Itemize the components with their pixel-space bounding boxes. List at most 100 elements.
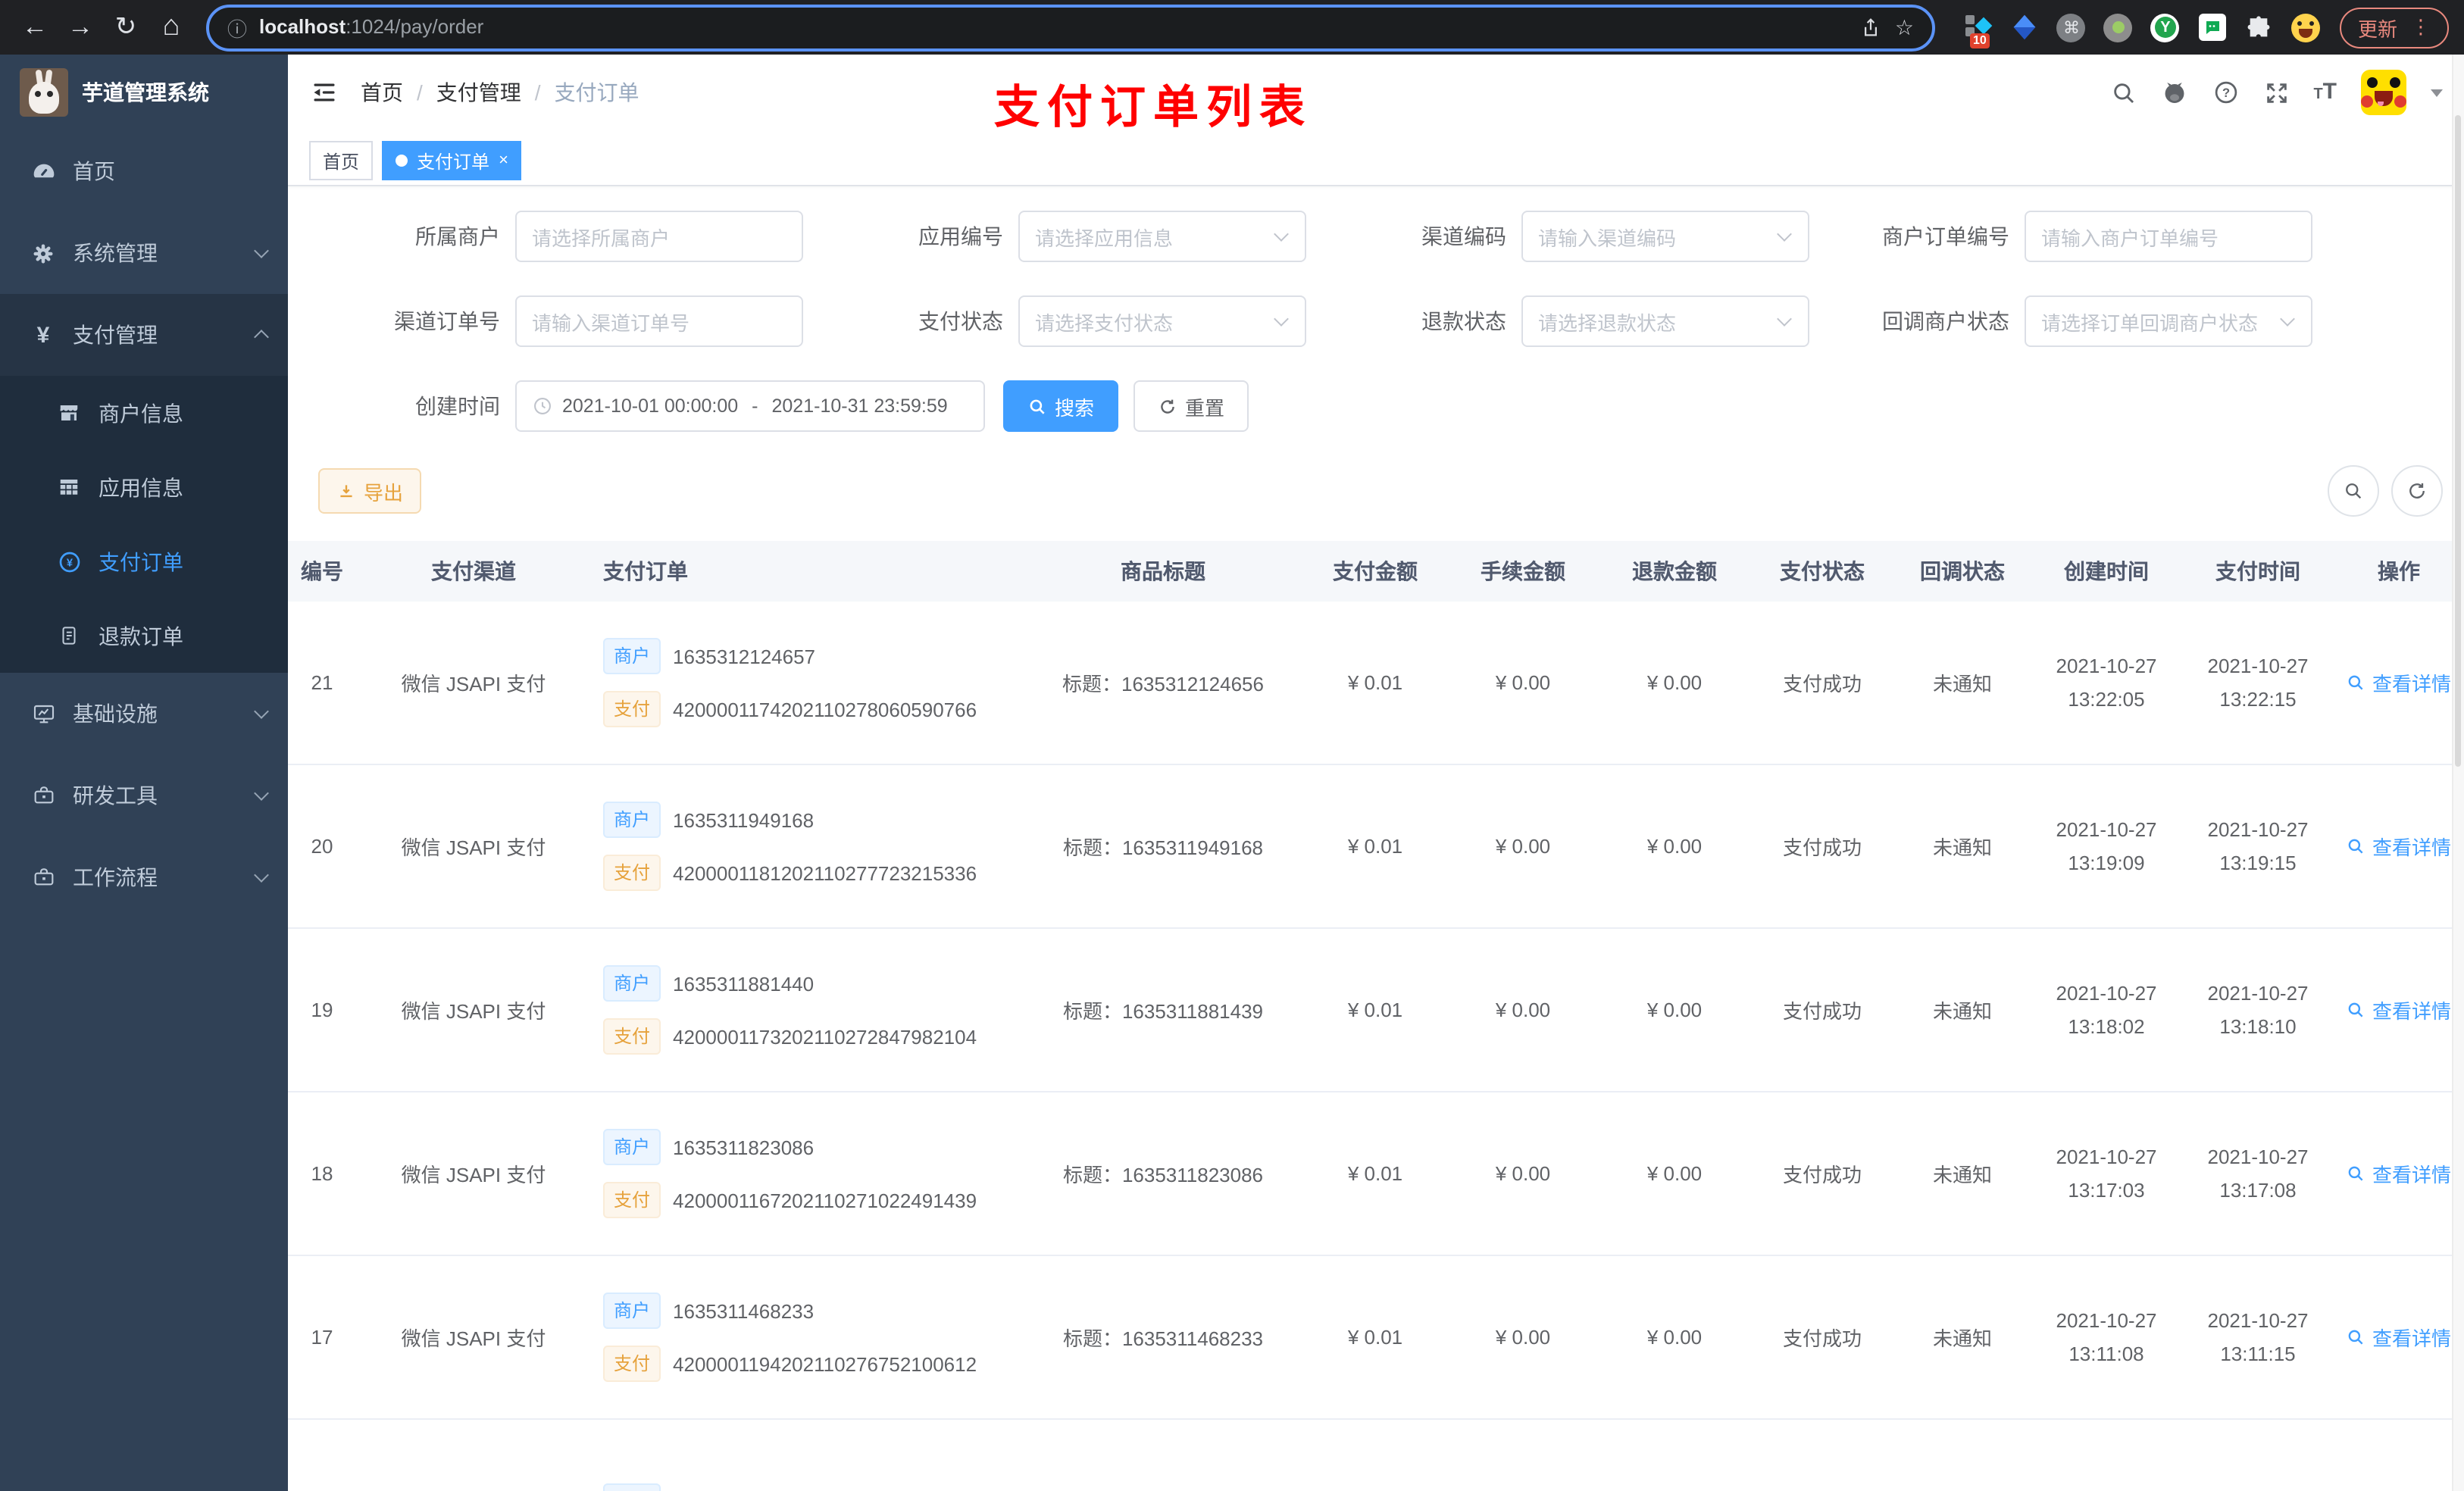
table-toolbar: 导出 [288,465,2464,517]
export-button[interactable]: 导出 [318,468,422,514]
avatar-caret-icon[interactable] [2431,89,2443,96]
notify-status-select[interactable]: 请选择订单回调商户状态 [2025,295,2312,347]
view-detail-link[interactable]: 查看详情 [2347,1159,2451,1188]
briefcase-icon [30,783,56,808]
search-icon [2349,1166,2364,1181]
pay-channel-cell: 微信 JSAPI 支付 [401,673,546,695]
filter-label: 所属商户 [415,224,500,248]
browser-toolbar: ← → ↻ ⌂ ⓘ localhost:1024/pay/order ☆ 10 … [0,0,2464,55]
sidebar-item-app-info[interactable]: 应用信息 [0,450,288,524]
refresh-table-button[interactable] [2391,465,2443,517]
sidebar-item-infra[interactable]: 基础设施 [0,673,288,755]
top-navbar: 首页 / 支付管理 / 支付订单 ? TT [288,55,2464,130]
sidebar-item-workflow[interactable]: 工作流程 [0,836,288,918]
home-icon[interactable]: ⌂ [152,8,191,47]
y-extension-icon[interactable]: Y [2150,12,2181,42]
pay-time-cell: 2021-10-27 13:19:15 [2182,818,2334,874]
merchant-select[interactable]: 请选择所属商户 [515,211,803,262]
github-icon[interactable] [2160,79,2187,106]
refund-amount-cell: ¥ 0.00 [1646,999,1703,1021]
sidebar-item-home[interactable]: 首页 [0,130,288,212]
time-line: 13:17:03 [2068,1179,2145,1202]
create-time-cell: 2021-10-27 13:19:09 [2031,818,2182,874]
view-detail-link[interactable]: 查看详情 [2347,1323,2451,1352]
forward-icon[interactable]: → [61,8,100,47]
sidebar-item-merchant-info[interactable]: 商户信息 [0,376,288,450]
column-header: 商品标题 [1121,559,1205,583]
fullscreen-icon[interactable] [2263,80,2289,105]
breadcrumb-home[interactable]: 首页 [361,77,403,108]
pay-channel-cell: 微信 JSAPI 支付 [401,1000,546,1023]
sidebar-item-label: 基础设施 [73,702,158,726]
column-header: 创建时间 [2064,559,2149,583]
app-logo[interactable]: 芋道管理系统 [0,55,288,130]
placeholder-text: 请输入商户订单编号 [2041,227,2219,249]
merchant-order-no: 1635311881440 [673,972,815,995]
merchant-tag: 商户 [603,638,661,674]
merchant-order-line: 商户 1635312124657 [603,638,815,674]
pay-channel-cell: 微信 JSAPI 支付 [401,1164,546,1186]
search-icon[interactable] [2110,80,2136,105]
date-line: 2021-10-27 [2056,1309,2157,1332]
sidebar-item-payment[interactable]: ¥ 支付管理 [0,294,288,376]
app-select[interactable]: 请选择应用信息 [1018,211,1306,262]
chat-extension-icon[interactable] [2197,12,2228,42]
pay-status-cell: 支付成功 [1782,673,1862,695]
pay-status-select[interactable]: 请选择支付状态 [1018,295,1306,347]
view-detail-link[interactable]: 查看详情 [2347,668,2451,697]
navbar-actions: ? TT [2110,70,2443,115]
refund-amount-cell: ¥ 0.00 [1646,1326,1703,1349]
reload-icon[interactable]: ↻ [106,8,145,47]
page-scrollbar[interactable] [2452,55,2464,1491]
site-info-icon[interactable]: ⓘ [227,13,247,42]
column-header: 手续金额 [1481,559,1565,583]
merchant-order-no-input[interactable]: 请输入商户订单编号 [2025,211,2312,262]
bookmark-star-icon[interactable]: ☆ [1895,14,1914,40]
sidebar-item-system[interactable]: 系统管理 [0,212,288,294]
help-icon[interactable]: ? [2212,79,2239,106]
puzzle-extensions-icon[interactable] [2244,12,2275,42]
pay-time-cell: 2021-10-27 13:17:08 [2182,1146,2334,1202]
kite-extension-icon[interactable] [2009,12,2040,42]
collapse-sidebar-icon[interactable] [311,79,338,106]
share-icon[interactable] [1860,16,1883,39]
channel-pay-line: 支付 4200001167202110271022491439 [603,1182,977,1218]
filter-label: 回调商户状态 [1882,309,2009,333]
reset-button[interactable]: 重置 [1134,380,1249,432]
channel-order-no-input[interactable]: 请输入渠道订单号 [515,295,803,347]
avatar[interactable] [2361,70,2406,115]
refund-status-select[interactable]: 请选择退款状态 [1521,295,1809,347]
toggle-search-button[interactable] [2328,465,2379,517]
create-time-range-input[interactable]: 2021-10-01 00:00:00 - 2021-10-31 23:59:5… [515,380,985,432]
sidebar-item-devtools[interactable]: 研发工具 [0,755,288,836]
menu-kebab-icon[interactable]: ⋮ [2411,15,2431,39]
back-icon[interactable]: ← [15,8,55,47]
channel-code-select[interactable]: 请输入渠道编码 [1521,211,1809,262]
filter-form: 所属商户 请选择所属商户 应用编号 请选择应用信息 渠道编码 请输入渠道编码 商… [288,186,2464,432]
channel-pay-no: 4200001174202110278060590766 [673,698,977,720]
sidebar-item-label: 研发工具 [73,783,158,808]
tag-pay-order[interactable]: 支付订单 × [382,141,522,180]
tag-home[interactable]: 首页 [309,141,374,180]
order-id-cell: 20 [311,835,333,858]
search-icon [2349,1330,2364,1345]
address-bar[interactable]: ⓘ localhost:1024/pay/order ☆ [206,4,1935,51]
command-extension-icon[interactable]: ⌘ [2056,12,2087,42]
view-detail-link[interactable]: 查看详情 [2347,996,2451,1024]
close-icon[interactable]: × [499,152,508,170]
profile-avatar-icon[interactable] [2291,12,2322,42]
search-button[interactable]: 搜索 [1003,380,1119,432]
dot-extension-icon[interactable] [2103,12,2134,42]
search-icon [2349,1002,2364,1017]
fee-amount-cell: ¥ 0.00 [1495,671,1551,694]
product-title-cell: 标题：1635311823086 [1062,1164,1264,1186]
scrollbar-thumb[interactable] [2455,115,2461,767]
sidebar-item-pay-order[interactable]: ¥ 支付订单 [0,524,288,599]
extension-badge: 10 [1969,33,1990,48]
view-detail-link[interactable]: 查看详情 [2347,832,2451,861]
chrome-update-button[interactable]: 更新 ⋮ [2339,7,2449,48]
extension-icon[interactable]: 10 [1962,12,1993,48]
font-size-icon[interactable]: TT [2313,79,2337,106]
search-icon [2349,839,2364,854]
sidebar-item-refund-order[interactable]: 退款订单 [0,599,288,673]
